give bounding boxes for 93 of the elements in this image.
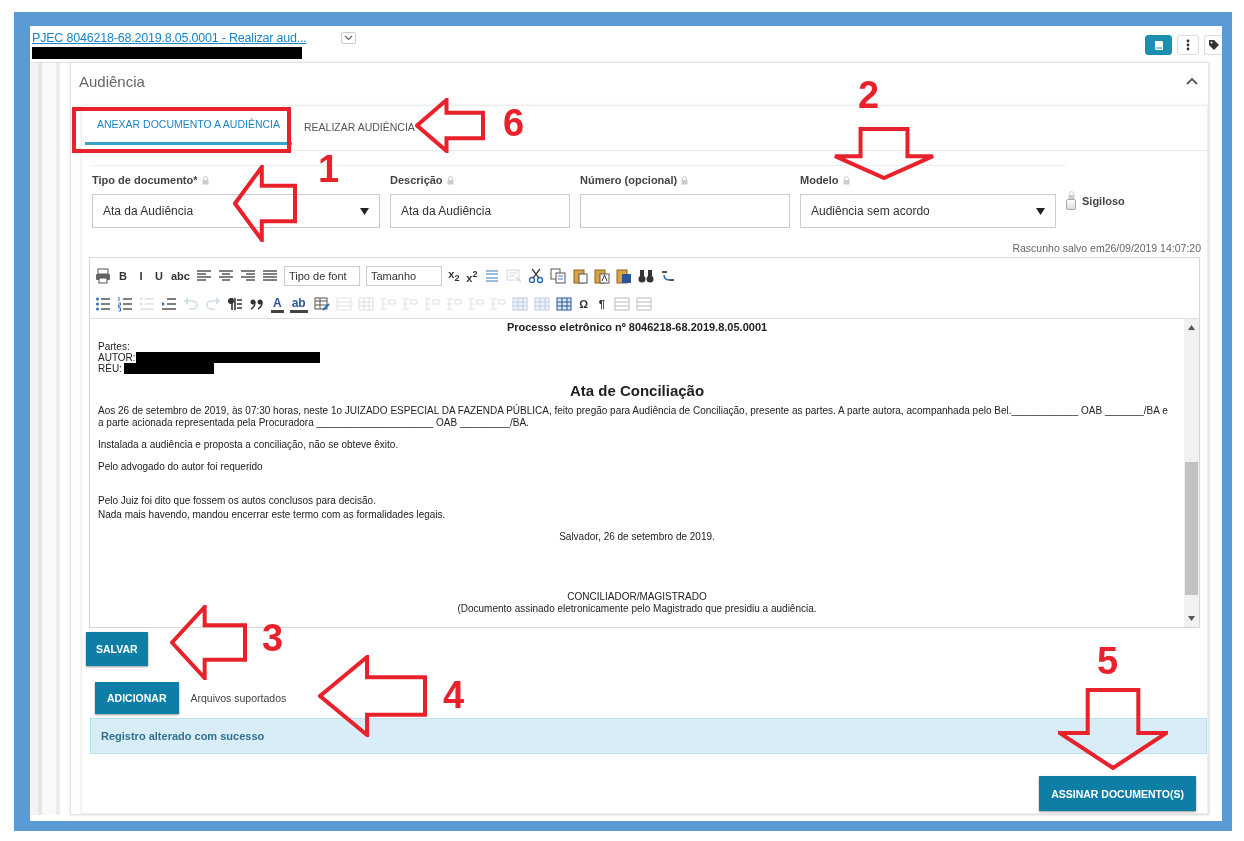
number-field[interactable] (580, 194, 790, 228)
scroll-up-icon[interactable] (1188, 325, 1195, 330)
arrow-left-icon (318, 655, 427, 737)
lock-icon (1067, 191, 1075, 200)
table-edit-icon[interactable] (313, 296, 330, 312)
success-alert: Registro alterado com sucesso (90, 718, 1207, 754)
panel-title: Audiência (79, 72, 145, 90)
field-label: Modelo (800, 174, 839, 186)
toolbar-button[interactable]: abc (171, 270, 190, 282)
book-icon (1152, 39, 1165, 51)
document-paragraph: Pelo advogado do autor foi requerido (98, 461, 264, 473)
field-label: Número (opcional) (580, 174, 678, 186)
document-type-select[interactable]: Ata da Audiência (92, 194, 380, 228)
arrow-left-icon (415, 98, 485, 153)
arrow-left-icon (170, 605, 247, 680)
tag-icon (1207, 39, 1220, 51)
document-title: Ata de Conciliação (568, 382, 706, 399)
document-paragraph: Instalada a audiência e proposta a conciliação, não se obteve êxito. (98, 439, 400, 451)
kebab-menu-icon (1186, 39, 1190, 51)
scrollbar-thumb[interactable] (1185, 461, 1198, 596)
expand-button[interactable] (340, 32, 356, 44)
arrow-left-icon (233, 165, 297, 242)
save-button[interactable]: SALVAR (86, 632, 148, 666)
document-paragraph: Aos 26 de setembro de 2019, às 07:30 horas, neste 1o JUIZADO ESPECIAL DA FAZENDA PÚBLICA, feito pregão para Audiência de Conciliação, presente as partes. A parte autora, acompanhada pelo Bel.____________ OAB _______/BA e a parte acionada representada pela Procuradora _____________________ OAB _________/BA. (98, 405, 1169, 429)
toolbar-button[interactable]: x$^{2}$ (465, 268, 478, 284)
toolbar-dropdown[interactable]: Tipo de font (283, 266, 360, 286)
scroll-down-icon[interactable] (1188, 616, 1195, 621)
add-button[interactable]: ADICIONAR (95, 682, 179, 714)
annotation-number: 6 (503, 104, 525, 142)
dropdown-arrow-icon (1036, 207, 1045, 215)
color-button[interactable]: ab (289, 295, 308, 313)
sign-documents-button[interactable]: ASSINAR DOCUMENTO(S) (1039, 776, 1196, 811)
justify-icon[interactable] (261, 268, 278, 284)
align-center-icon[interactable] (217, 268, 234, 284)
document-text: RÉU: (98, 363, 122, 374)
draft-status: Rascunho salvo em26/09/2019 14:07:20 (1012, 242, 1201, 254)
lock-icon (842, 175, 850, 185)
annotation-number: 2 (858, 76, 880, 114)
model-select[interactable]: Audiência sem acordo (800, 194, 1056, 228)
toolbar-button[interactable]: I (135, 270, 147, 282)
document-paragraph: Nada mais havendo, mandou encerrar este termo com as formalidades legais. (98, 509, 447, 521)
document-text: CONCILIADOR/MAGISTRADO (566, 591, 708, 603)
numbered-list-icon[interactable] (117, 296, 133, 312)
toolbar-dropdown[interactable]: Tamanho (365, 266, 442, 286)
paste-icon[interactable] (571, 268, 588, 284)
scissors-icon[interactable] (527, 268, 544, 284)
dropdown-arrow-icon (360, 207, 369, 215)
toolbar-button[interactable]: x$_{2}$ (447, 268, 460, 284)
checkbox-label: Sigiloso (1082, 195, 1125, 207)
bullet-list-icon[interactable] (95, 296, 111, 312)
copy-icon[interactable] (549, 268, 566, 284)
indent-icon[interactable] (161, 296, 177, 312)
toolbar-button[interactable]: U (153, 270, 165, 282)
description-field[interactable]: Ata da Audiência (390, 194, 570, 228)
tab[interactable]: ANEXAR DOCUMENTO A AUDIÊNCIA (85, 106, 292, 145)
annotation-number: 1 (318, 150, 340, 188)
paste-word-icon[interactable] (615, 268, 632, 284)
lock-icon (201, 175, 209, 185)
table-bordered-icon[interactable] (555, 296, 572, 312)
toolbar-button[interactable]: B (117, 270, 129, 282)
process-title-link[interactable]: PJEC 8046218-68.2019.8.05.0001 - Realizar aud... (32, 31, 307, 45)
toolbar-button[interactable]: Ω (577, 298, 590, 310)
annotation-number: 4 (443, 676, 465, 714)
printer-icon[interactable] (95, 268, 111, 284)
document-text: (Documento assinado eletronicamente pelo Magistrado que presidiu a audiência. (456, 603, 818, 615)
align-right-icon[interactable] (239, 268, 256, 284)
supported-files-text: Arquivos suportados (190, 692, 287, 704)
checkbox[interactable] (1066, 199, 1076, 210)
tag-button[interactable] (1204, 35, 1222, 55)
lock-icon (681, 175, 689, 185)
chevron-up-icon[interactable] (1186, 77, 1198, 85)
lock-icon (446, 175, 454, 185)
annotation-number: 5 (1097, 642, 1119, 680)
document-heading: Processo eletrônico nº 8046218-68.2019.8.05.0001 (505, 320, 769, 335)
more-button[interactable] (1177, 35, 1199, 55)
toolbar-button[interactable]: ¶ (595, 298, 608, 310)
book-button[interactable] (1145, 35, 1172, 55)
tab[interactable]: REALIZAR AUDIÊNCIA (292, 106, 427, 150)
scrollbar[interactable] (1184, 319, 1199, 627)
field-label: Descrição (390, 174, 443, 186)
document-text: Salvador, 26 de setembro de 2019. (558, 531, 716, 543)
align-left-icon[interactable] (195, 268, 212, 284)
binoculars-icon[interactable] (637, 268, 654, 284)
color-button[interactable]: A (271, 295, 284, 313)
arrow-down-icon (1058, 688, 1168, 770)
annotation-number: 3 (262, 619, 284, 657)
document-text: AUTOR: (98, 352, 136, 363)
document-text: Partes: (98, 341, 130, 352)
paragraph-block-icon[interactable] (227, 296, 243, 312)
field-label: Tipo de documento* (92, 174, 198, 186)
paste-text-icon[interactable] (593, 268, 610, 284)
chevron-down-icon (343, 35, 353, 41)
document-paragraph: Pelo Juiz foi dito que fossem os autos conclusos para decisão. (98, 495, 377, 507)
